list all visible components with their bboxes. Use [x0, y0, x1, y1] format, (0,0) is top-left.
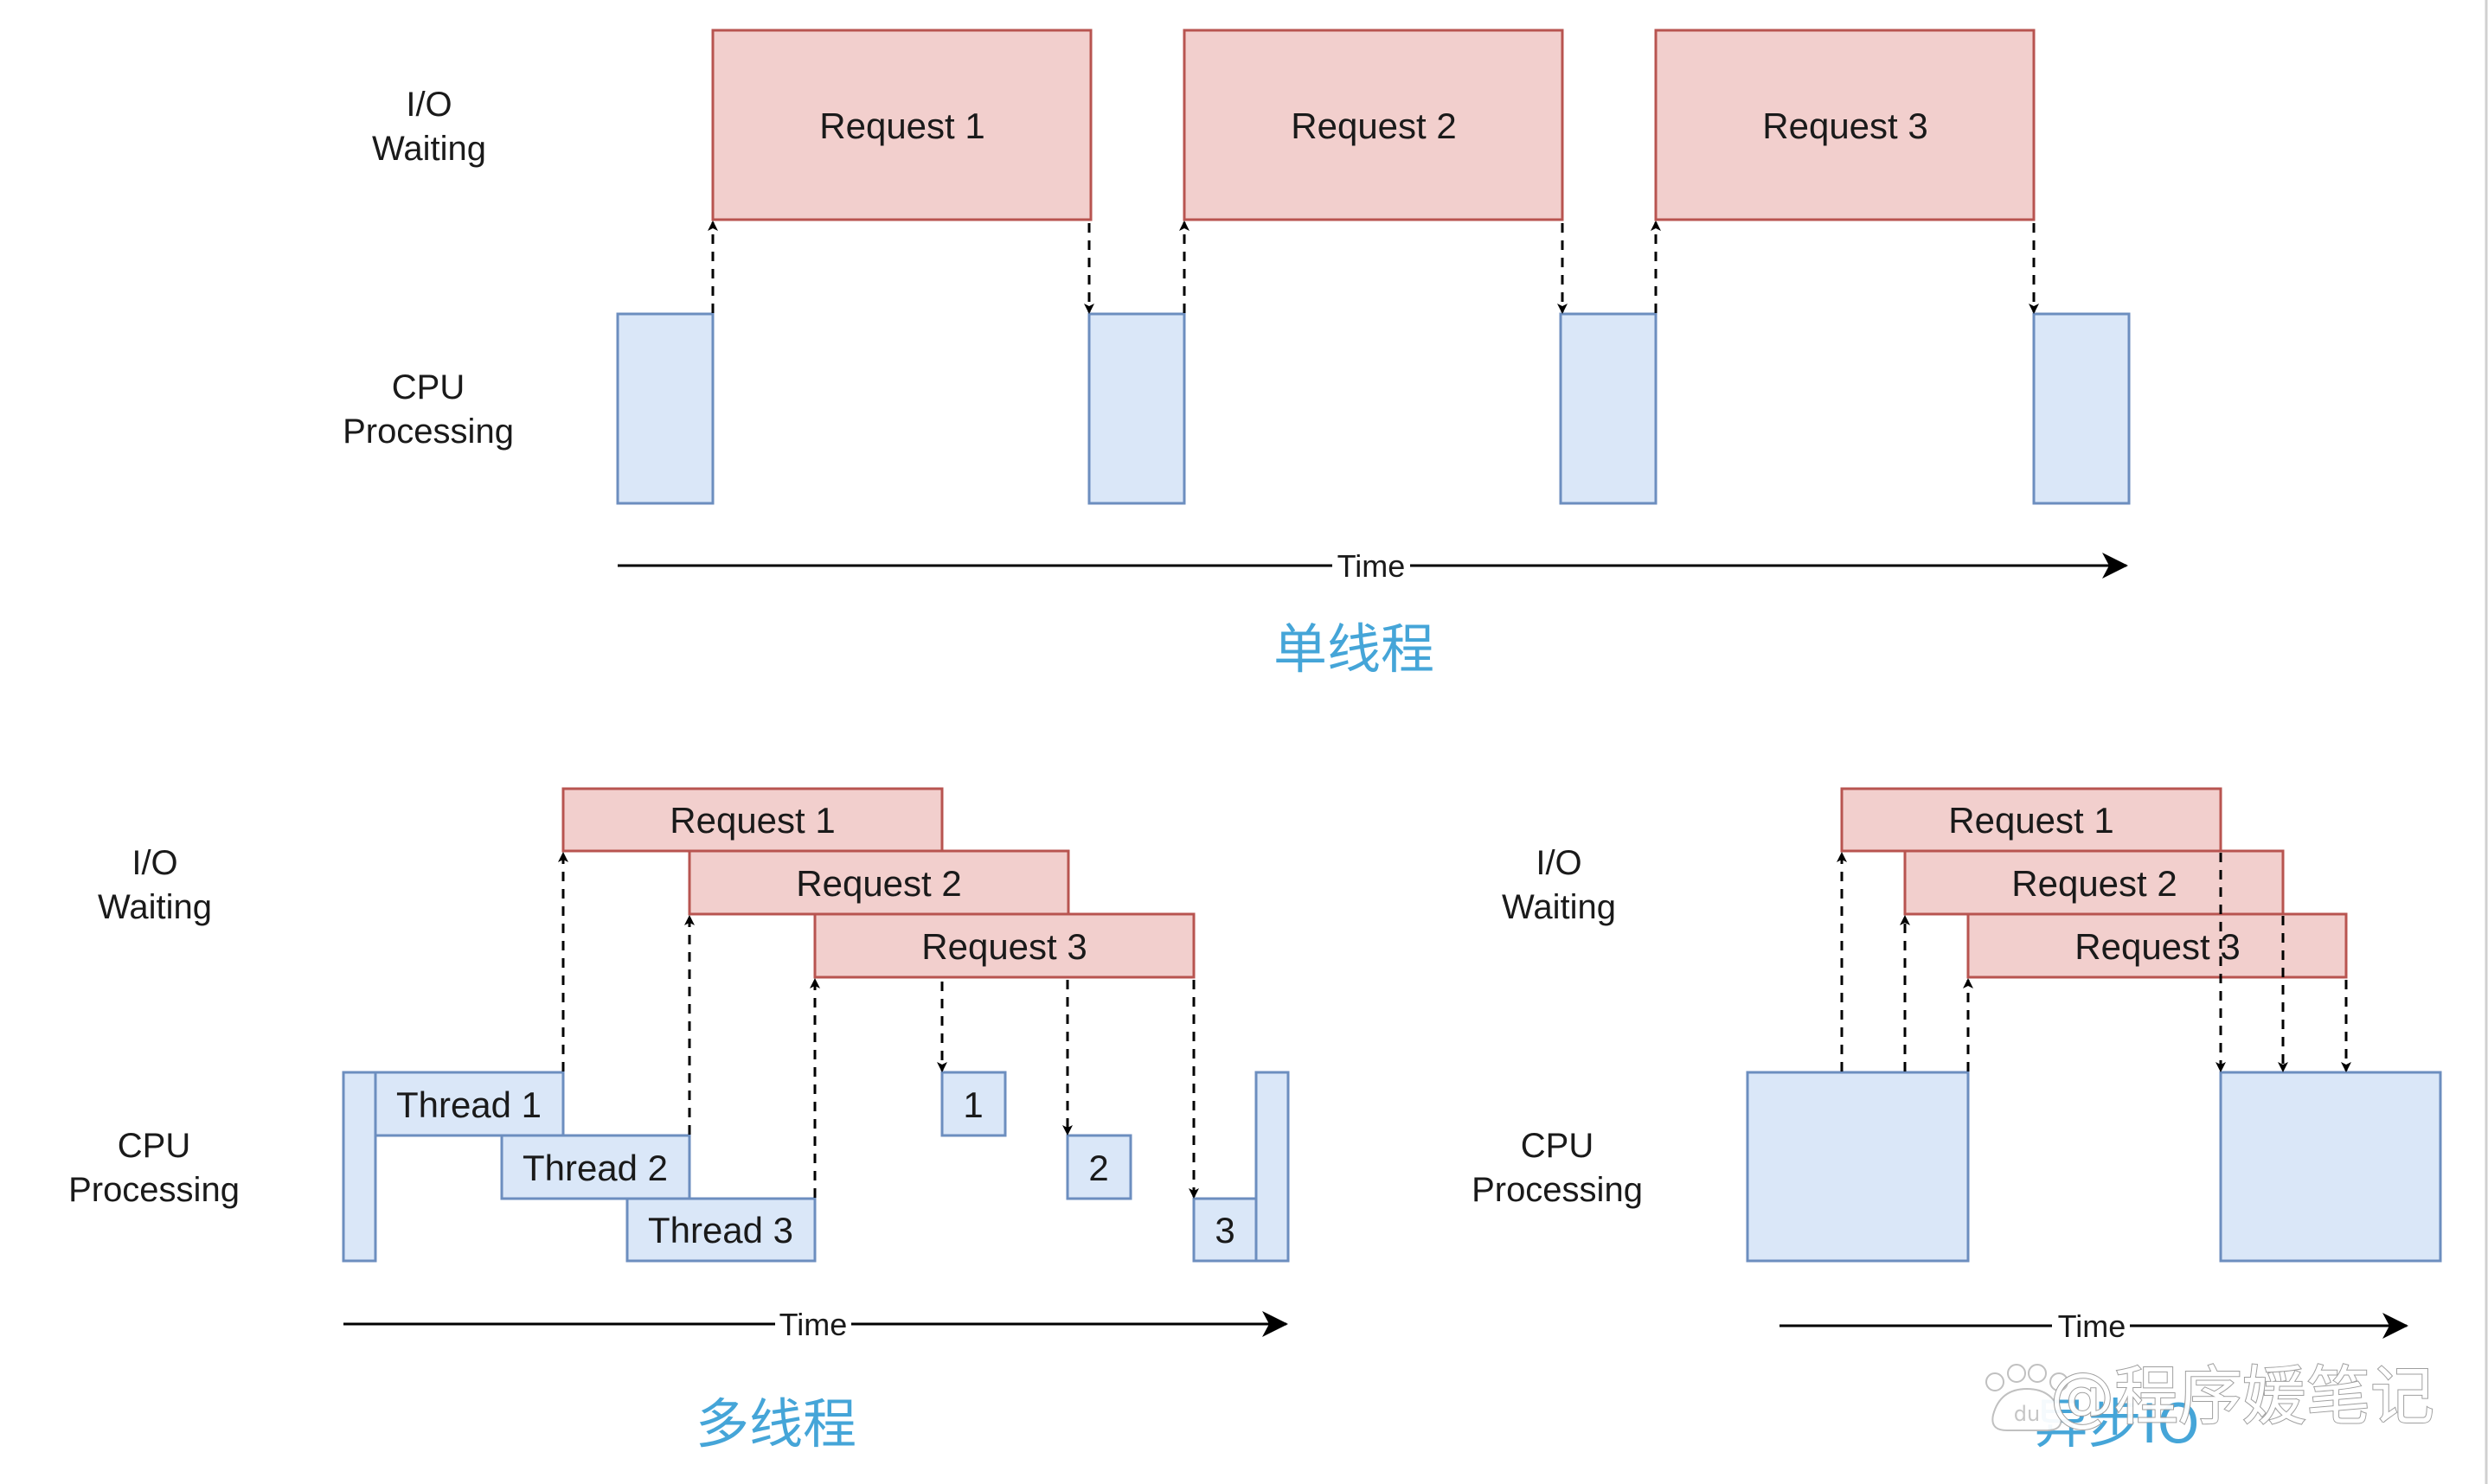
panel-single-thread: I/O Waiting CPU Processing Request 1 Req… [343, 29, 2131, 681]
row-label-cpu-line2: Processing [343, 413, 514, 451]
row-label-io-line2: Waiting [98, 888, 212, 926]
row-label-cpu-line1: CPU [392, 368, 465, 406]
cpu-block [1559, 312, 1658, 505]
row-label-io-line1: I/O [131, 844, 177, 882]
main-thread-bar [1254, 1071, 1290, 1263]
request-label: Request 2 [796, 863, 961, 904]
callback-label: 3 [1215, 1210, 1234, 1251]
main-thread-bar [342, 1071, 377, 1263]
row-label-io-line2: Waiting [372, 130, 486, 168]
cpu-block [1087, 312, 1186, 505]
row-label-cpu-line2: Processing [68, 1171, 240, 1209]
io-model-diagram: I/O Waiting CPU Processing Request 1 Req… [68, 0, 2488, 1484]
callback-label: 1 [963, 1084, 983, 1125]
caption-multi-thread: 多线程 [696, 1392, 856, 1455]
row-label-io-line2: Waiting [1502, 888, 1616, 926]
row-label-cpu-line2: Processing [1472, 1171, 1643, 1209]
time-axis-label: Time [2058, 1308, 2126, 1344]
cpu-block [2219, 1071, 2442, 1263]
baidu-logo-text: du [2014, 1402, 2040, 1426]
thread-label: Thread 2 [523, 1148, 668, 1188]
row-label-cpu-line1: CPU [1521, 1127, 1593, 1165]
request-label: Request 1 [670, 800, 835, 841]
request-label: Request 2 [1291, 106, 1456, 146]
request-label: Request 3 [921, 926, 1087, 967]
thread-label: Thread 3 [648, 1210, 793, 1251]
watermark: du @程序媛笔记 [1985, 1359, 2435, 1435]
request-label: Request 2 [2011, 863, 2177, 904]
row-label-io-line1: I/O [1536, 844, 1581, 882]
time-axis-label: Time [779, 1307, 848, 1342]
request-label: Request 3 [2074, 926, 2240, 967]
callback-label: 2 [1088, 1148, 1108, 1188]
caption-single-thread: 单线程 [1273, 617, 1434, 681]
thread-label: Thread 1 [396, 1084, 542, 1125]
watermark-text: @程序媛笔记 [2050, 1359, 2434, 1434]
cpu-block [616, 312, 715, 505]
cpu-block [2032, 312, 2131, 505]
panel-multi-thread: I/O Waiting CPU Processing Request 1 Req… [68, 787, 1290, 1455]
request-label: Request 1 [819, 106, 984, 146]
request-label: Request 1 [1948, 800, 2113, 841]
panel-async-io: I/O Waiting CPU Processing Request 1 Req… [1472, 787, 2442, 1455]
time-axis-label: Time [1337, 548, 1406, 584]
row-label-io-line1: I/O [406, 86, 452, 124]
row-label-cpu-line1: CPU [118, 1127, 190, 1165]
cpu-block [1746, 1071, 1970, 1263]
request-label: Request 3 [1762, 106, 1927, 146]
